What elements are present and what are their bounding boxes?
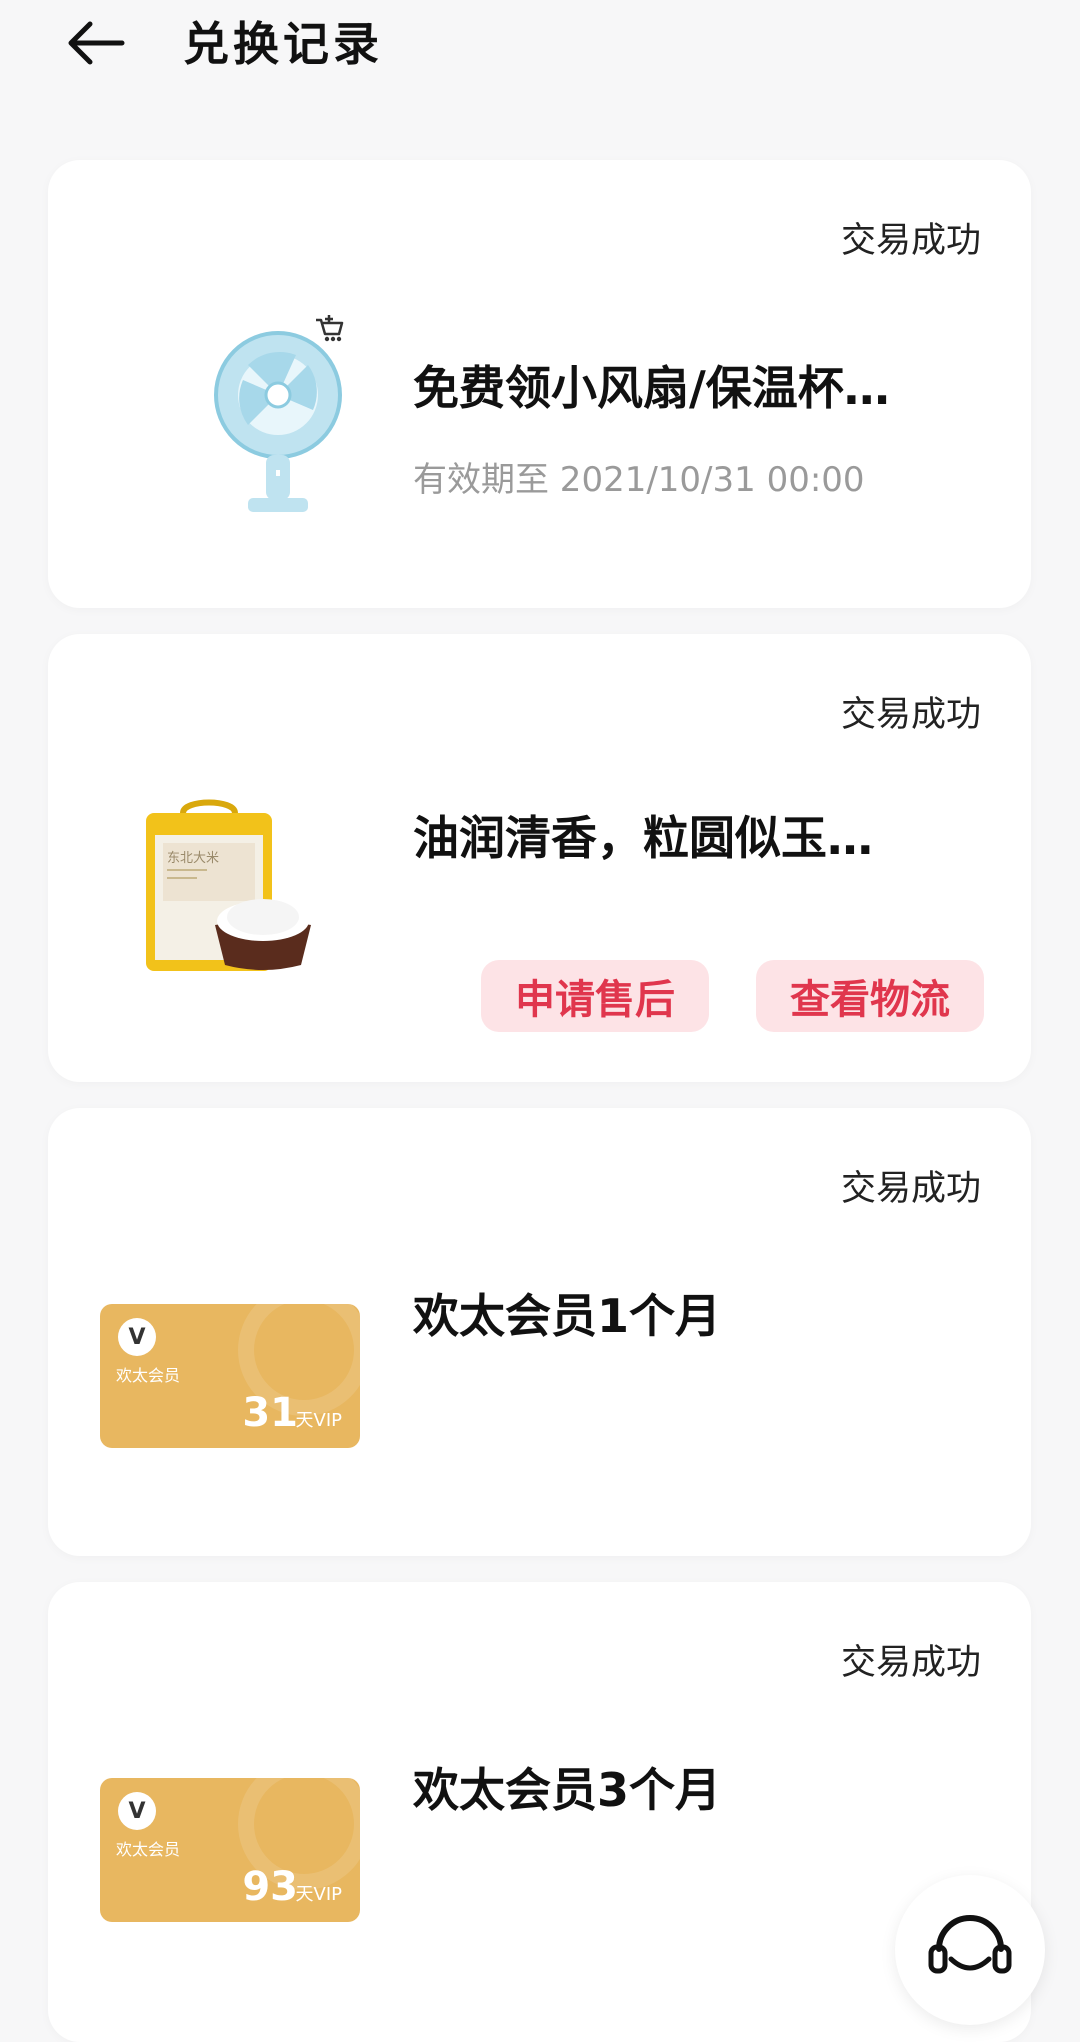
vip-badge-icon: V bbox=[118, 1792, 156, 1830]
record-card[interactable]: 交易成功 V 欢太会员 93 天VIP 欢太会员3个月 bbox=[48, 1582, 1031, 2042]
status-text: 交易成功 bbox=[840, 221, 981, 261]
product-image-rice: 东北大米 bbox=[143, 799, 343, 983]
product-title: 免费领小风扇/保温杯… bbox=[413, 361, 890, 415]
product-title: 欢太会员3个月 bbox=[413, 1763, 722, 1817]
product-image-fan bbox=[178, 310, 378, 534]
rice-bag-label: 东北大米 bbox=[167, 851, 219, 866]
record-card[interactable]: 交易成功 东北大米 油润清香，粒圆似玉… 申请售后 查看物流 bbox=[48, 634, 1031, 1082]
vip-days: 31 bbox=[242, 1390, 298, 1436]
status-text: 交易成功 bbox=[840, 1643, 981, 1683]
page-title: 兑换记录 bbox=[183, 17, 383, 71]
product-title: 油润清香，粒圆似玉… bbox=[413, 811, 873, 865]
vip-card-image: V 欢太会员 93 天VIP bbox=[100, 1778, 360, 1922]
shopping-cart-icon bbox=[313, 312, 345, 348]
status-text: 交易成功 bbox=[840, 695, 981, 735]
headset-icon bbox=[928, 1915, 1012, 1974]
record-card[interactable]: 交易成功 V 欢太会员 31 天VIP 欢太会员1个月 bbox=[48, 1108, 1031, 1556]
view-logistics-button[interactable]: 查看物流 bbox=[756, 960, 984, 1032]
back-button[interactable] bbox=[62, 12, 132, 74]
vip-card-name: 欢太会员 bbox=[116, 1366, 181, 1385]
header: 兑换记录 bbox=[0, 0, 1080, 130]
apply-after-sales-button[interactable]: 申请售后 bbox=[481, 960, 709, 1032]
vip-badge-icon: V bbox=[118, 1318, 156, 1356]
vip-days-unit: 天VIP bbox=[295, 1884, 342, 1905]
product-title: 欢太会员1个月 bbox=[413, 1289, 722, 1343]
vip-days-unit: 天VIP bbox=[295, 1410, 342, 1431]
vip-card-image: V 欢太会员 31 天VIP bbox=[100, 1304, 360, 1448]
customer-service-button[interactable] bbox=[895, 1875, 1045, 2025]
status-text: 交易成功 bbox=[840, 1169, 981, 1209]
arrow-left-icon bbox=[68, 21, 125, 65]
validity-text: 有效期至 2021/10/31 00:00 bbox=[413, 460, 865, 500]
vip-card-name: 欢太会员 bbox=[116, 1840, 181, 1859]
vip-days: 93 bbox=[242, 1864, 298, 1910]
record-card[interactable]: 交易成功 免费领小风扇/保温杯… 有效期至 2021/10/31 00:00 bbox=[48, 160, 1031, 608]
